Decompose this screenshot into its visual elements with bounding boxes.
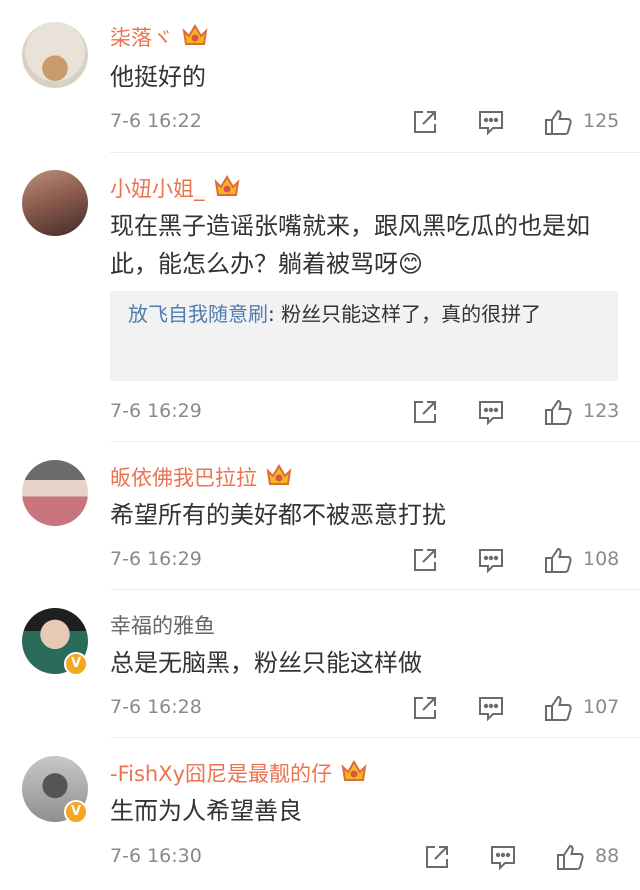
- comment-meta: 7-6 16:28 107: [110, 693, 640, 723]
- comment-icon[interactable]: [476, 693, 506, 723]
- username-text: 皈依佛我巴拉拉: [110, 466, 257, 490]
- comment-icon[interactable]: [476, 107, 506, 137]
- timestamp: 7-6 16:30: [110, 845, 202, 867]
- comment-meta: 7-6 16:30 88: [110, 842, 640, 872]
- username-text: 幸福的雅鱼: [110, 614, 215, 638]
- comment-text: 现在黑子造谣张嘴就来，跟风黑吃瓜的也是如此，能怎么办？躺着被骂呀😊: [110, 212, 590, 278]
- avatar[interactable]: [22, 22, 88, 88]
- like-count: 108: [583, 548, 620, 570]
- username-link[interactable]: 皈依佛我巴拉拉: [110, 462, 293, 492]
- username-link[interactable]: 幸福的雅鱼: [110, 610, 215, 640]
- timestamp: 7-6 16:22: [110, 110, 202, 132]
- comment-item: V -FishXy囧尼是最靓的仔 生而为人希望善良 7-6 16:30 88: [0, 738, 640, 890]
- username-link[interactable]: 柒落ヾ: [110, 22, 209, 52]
- comment-text: 生而为人希望善良: [110, 797, 302, 825]
- thumbs-up-icon[interactable]: [543, 545, 573, 575]
- reply-username[interactable]: 放飞自我随意刷: [128, 302, 268, 326]
- crown-icon: [213, 173, 241, 199]
- share-icon[interactable]: [422, 842, 452, 872]
- timestamp: 7-6 16:29: [110, 548, 202, 570]
- crown-icon: [181, 22, 209, 48]
- thumbs-up-icon[interactable]: [543, 107, 573, 137]
- share-icon[interactable]: [410, 397, 440, 427]
- reply-text: : 粉丝只能这样了，真的很拼了: [268, 302, 542, 326]
- share-icon[interactable]: [410, 107, 440, 137]
- comment-text: 希望所有的美好都不被恶意打扰: [110, 501, 446, 529]
- avatar[interactable]: [22, 460, 88, 526]
- crown-icon: [265, 462, 293, 488]
- username-link[interactable]: -FishXy囧尼是最靓的仔: [110, 758, 368, 788]
- like-count: 123: [583, 400, 620, 422]
- thumbs-up-icon[interactable]: [555, 842, 585, 872]
- avatar[interactable]: [22, 170, 88, 236]
- timestamp: 7-6 16:28: [110, 696, 202, 718]
- verified-v-icon: V: [64, 652, 88, 676]
- share-icon[interactable]: [410, 693, 440, 723]
- crown-icon: [340, 758, 368, 784]
- comment-icon[interactable]: [476, 545, 506, 575]
- comment-item: 皈依佛我巴拉拉 希望所有的美好都不被恶意打扰 7-6 16:29 108: [0, 442, 640, 590]
- comment-icon[interactable]: [488, 842, 518, 872]
- username-text: -FishXy囧尼是最靓的仔: [110, 762, 333, 786]
- timestamp: 7-6 16:29: [110, 400, 202, 422]
- comment-item: 柒落ヾ 他挺好的 7-6 16:22 125: [0, 0, 640, 153]
- comment-text: 他挺好的: [110, 63, 206, 91]
- comment-meta: 7-6 16:22 125: [110, 107, 640, 137]
- comment-feed: 柒落ヾ 他挺好的 7-6 16:22 125 小妞小姐_ 现在黑子造谣张嘴就来，…: [0, 0, 640, 890]
- username-link[interactable]: 小妞小姐_: [110, 173, 241, 203]
- thumbs-up-icon[interactable]: [543, 397, 573, 427]
- username-text: 小妞小姐_: [110, 177, 205, 201]
- comment-meta: 7-6 16:29 108: [110, 545, 640, 575]
- verified-v-icon: V: [64, 800, 88, 824]
- comment-item: V 幸福的雅鱼 总是无脑黑，粉丝只能这样做 7-6 16:28 107: [0, 590, 640, 738]
- like-count: 125: [583, 110, 620, 132]
- thumbs-up-icon[interactable]: [543, 693, 573, 723]
- comment-meta: 7-6 16:29 123: [110, 397, 640, 427]
- username-text: 柒落ヾ: [110, 26, 173, 50]
- like-count: 107: [583, 696, 620, 718]
- comment-icon[interactable]: [476, 397, 506, 427]
- comment-text: 总是无脑黑，粉丝只能这样做: [110, 649, 422, 677]
- comment-item: 小妞小姐_ 现在黑子造谣张嘴就来，跟风黑吃瓜的也是如此，能怎么办？躺着被骂呀😊 …: [0, 153, 640, 442]
- reply-box[interactable]: 放飞自我随意刷: 粉丝只能这样了，真的很拼了: [110, 291, 618, 381]
- like-count: 88: [595, 845, 620, 867]
- share-icon[interactable]: [410, 545, 440, 575]
